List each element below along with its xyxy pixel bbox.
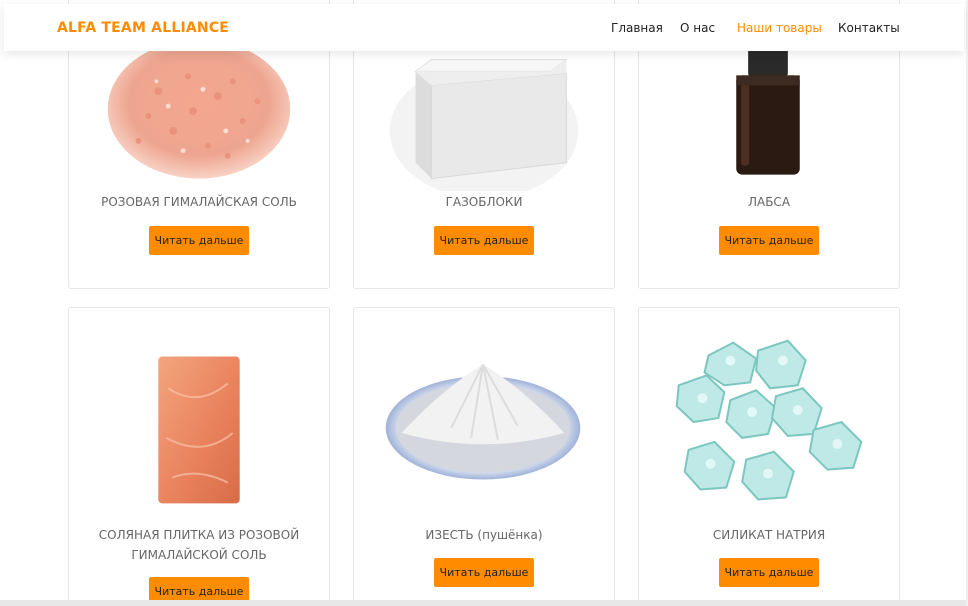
nav-item-about[interactable]: О нас (680, 21, 715, 35)
product-title: СИЛИКАТ НАТРИЯ (712, 528, 826, 542)
main-nav: Главная О нас Наши товары Контакты (4, 21, 964, 37)
product-card: СОЛЯНАЯ ПЛИТКА ИЗ РОЗОВОЙ ГИМАЛАЙСКОЙ СО… (68, 307, 330, 606)
product-title: ИЗЕСТЬ (пушёнка) (425, 528, 543, 542)
pink-salt-image (107, 51, 291, 179)
read-more-button[interactable]: Читать дальше (149, 226, 249, 255)
product-card: ИЗЕСТЬ (пушёнка) Читать дальше (353, 307, 615, 606)
product-title: СОЛЯНАЯ ПЛИТКА ИЗ РОЗОВОЙ ГИМАЛАЙСКОЙ СО… (98, 528, 300, 562)
sodium-silicate-image (675, 339, 863, 501)
nav-item-contacts[interactable]: Контакты (838, 21, 900, 35)
nav-item-products[interactable]: Наши товары (737, 21, 822, 35)
read-more-button[interactable]: Читать дальше (719, 558, 819, 587)
salt-tile-image (158, 356, 240, 504)
product-title: РОЗОВАЯ ГИМАЛАЙСКАЯ СОЛЬ (101, 195, 297, 209)
labsa-bottle-image (736, 51, 800, 175)
product-title: ГАЗОБЛОКИ (445, 195, 523, 209)
horizontal-scrollbar[interactable] (0, 600, 968, 606)
site-header: ALFA TEAM ALLIANCE Главная О нас Наши то… (4, 4, 964, 51)
read-more-button[interactable]: Читать дальше (719, 226, 819, 255)
aerated-block-image (389, 58, 579, 191)
nav-item-home[interactable]: Главная (611, 21, 663, 35)
product-title: ЛАБСА (747, 195, 791, 209)
read-more-button[interactable]: Читать дальше (434, 558, 534, 587)
lime-powder-image (385, 363, 581, 480)
read-more-button[interactable]: Читать дальше (434, 226, 534, 255)
product-card: СИЛИКАТ НАТРИЯ Читать дальше (638, 307, 900, 606)
